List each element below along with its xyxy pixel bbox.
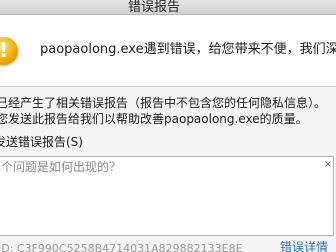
error-message: paopaolong.exe遇到错误，给您带来不便，我们深表歉 <box>40 42 336 57</box>
warning-icon: ! <box>0 37 18 65</box>
info-line-improve: 您发送此报告给我们以帮助改善paopaolong.exe的质量。 <box>0 112 308 126</box>
window-title: 错误报告 <box>128 0 181 15</box>
info-line-privacy: 已经产生了相关错误报告（报告中不包含您的任何隐私信息）。 <box>0 96 327 110</box>
report-id: ID: C3F990C5258B4714031A829882133E8E <box>0 242 243 252</box>
footer: ID: C3F990C5258B4714031A829882133E8E 错误详… <box>0 236 336 252</box>
problem-description-input[interactable]: 个问题是如何出现的？ × <box>0 156 334 236</box>
header-panel: ! paopaolong.exe遇到错误，给您带来不便，我们深表歉 <box>0 15 336 87</box>
exclamation-mark-icon: ! <box>0 39 8 61</box>
send-report-checkbox[interactable]: 发送错误报告(S) <box>0 135 83 150</box>
description-placeholder: 个问题是如何出现的？ <box>1 160 122 174</box>
title-bar: 错误报告 <box>0 0 336 15</box>
error-details-link[interactable]: 错误详情 <box>280 241 328 252</box>
error-report-window: 错误报告 ! paopaolong.exe遇到错误，给您带来不便，我们深表歉 已… <box>0 0 336 252</box>
close-icon[interactable]: × <box>323 159 333 171</box>
